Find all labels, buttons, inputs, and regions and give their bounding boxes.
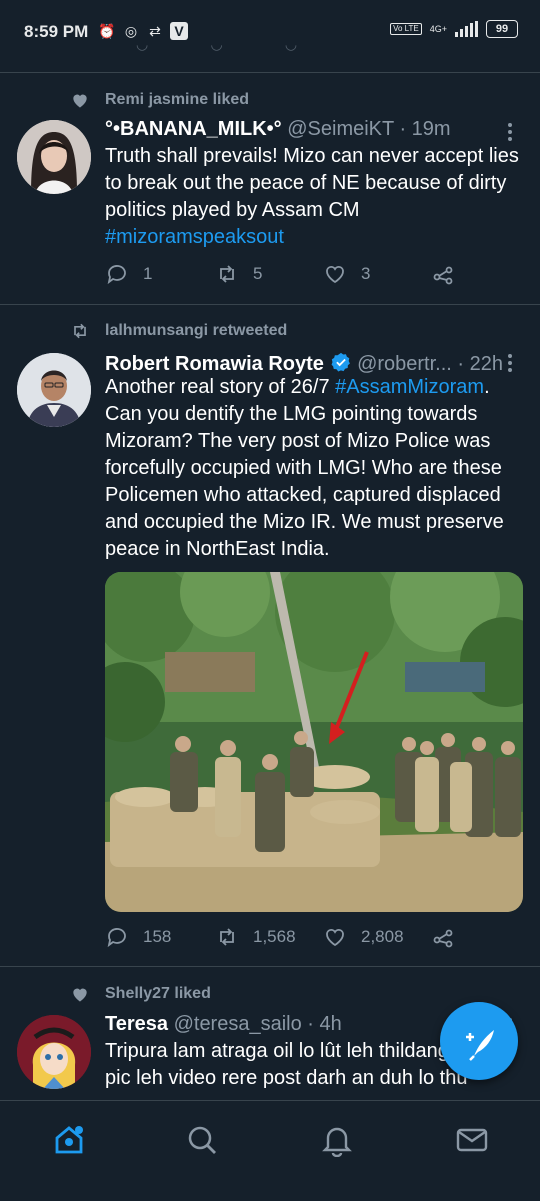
reply-icon (107, 928, 126, 948)
retweet-button[interactable]: 5 (215, 262, 262, 286)
like-button[interactable]: 3 (323, 262, 370, 286)
tweet-text-content-continued: . Can you dentify the LMG pointing towar… (105, 376, 504, 560)
tweet-time[interactable]: 19m (412, 118, 451, 140)
tweet-header: Teresa @teresa_sailo · 4h (105, 1013, 342, 1036)
avatar[interactable] (17, 120, 91, 194)
reply-button[interactable]: 158 (105, 925, 171, 949)
author-handle[interactable]: @robertr... (357, 353, 452, 375)
share-icon (433, 266, 453, 285)
tweet-header: °•BANANA_MILK•° @SeimeiKT · 19m (105, 118, 451, 141)
like-count: 2,808 (361, 927, 404, 946)
battery-icon: 99 (486, 20, 518, 38)
messages-tab[interactable] (455, 1123, 489, 1157)
separator-dot: · (307, 1013, 314, 1035)
tweet-text-content: Truth shall prevails! Mizo can never acc… (105, 145, 519, 221)
tweet-item[interactable]: lalhmunsangi retweeted Robert Romawia Ro… (0, 305, 540, 965)
share-button[interactable] (431, 925, 455, 949)
verified-badge-icon (331, 352, 350, 372)
tweet-time[interactable]: 4h (320, 1013, 342, 1035)
author-name[interactable]: Robert Romawia Royte (105, 353, 324, 375)
tweet-item[interactable]: Remi jasmine liked °•BANANA_MILK•° @Seim… (0, 72, 540, 304)
retweet-context-icon (74, 323, 86, 339)
reply-button[interactable]: 1 (105, 262, 152, 286)
share-icon (433, 929, 453, 948)
volte-icon: Vo LTE (390, 23, 422, 35)
hashtag-link[interactable]: #mizoramspeaksout (105, 226, 284, 248)
retweet-count: 5 (253, 264, 263, 283)
avatar[interactable] (17, 353, 91, 427)
notifications-icon (322, 1127, 352, 1158)
compose-feather-icon (466, 1030, 494, 1061)
alarm-icon: ⏰ (98, 23, 116, 39)
hashtag-link[interactable]: #AssamMizoram (335, 376, 484, 398)
author-handle[interactable]: @SeimeiKT (287, 118, 394, 140)
reply-count: 1 (143, 264, 153, 283)
status-system-icons: Vo LTE 4G+ 99 (390, 20, 518, 38)
retweet-icon (220, 265, 234, 283)
tweet-time[interactable]: 22h (470, 353, 503, 375)
reply-count: 158 (143, 927, 172, 946)
author-name[interactable]: Teresa (105, 1013, 168, 1035)
compose-tweet-button[interactable] (440, 1002, 518, 1080)
home-icon (55, 1126, 83, 1154)
author-name[interactable]: °•BANANA_MILK•° (105, 118, 282, 140)
notifications-tab[interactable] (320, 1123, 354, 1158)
separator-dot: · (457, 353, 465, 375)
tweet-text: Truth shall prevails! Mizo can never acc… (105, 143, 525, 251)
separator-dot: · (399, 118, 407, 140)
social-context[interactable]: Shelly27 liked (105, 985, 211, 1003)
home-tab[interactable] (52, 1123, 86, 1157)
tweet-photo[interactable] (105, 572, 523, 912)
author-handle[interactable]: @teresa_sailo (174, 1013, 302, 1035)
search-tab[interactable] (185, 1123, 219, 1157)
retweet-icon (220, 928, 234, 946)
heart-icon (326, 928, 344, 947)
social-context[interactable]: lalhmunsangi retweeted (105, 322, 287, 340)
retweet-count: 1,568 (253, 927, 296, 946)
avatar[interactable] (17, 1015, 91, 1089)
tweet-header: Robert Romawia Royte @robertr... · 22h (105, 351, 503, 376)
social-context[interactable]: Remi jasmine liked (105, 91, 249, 109)
tweet-actions: 158 1,568 2,808 (105, 925, 525, 955)
previous-tweet-actions-partial: ◡ ◡ ◡ (136, 36, 298, 52)
more-options-icon[interactable] (506, 120, 514, 144)
bottom-navigation (0, 1100, 540, 1201)
search-icon (188, 1126, 216, 1154)
status-bar: 8:59 PM ⏰ ◎ ⇄ V Vo LTE 4G+ 99 (0, 0, 540, 64)
heart-filled-icon (73, 988, 87, 1002)
reply-icon (107, 265, 126, 285)
heart-icon (326, 265, 344, 284)
tweet-text: Another real story of 26/7 #AssamMizoram… (105, 374, 525, 563)
status-time: 8:59 PM (24, 22, 89, 41)
tweet-text-content: Another real story of 26/7 (105, 376, 336, 398)
retweet-button[interactable]: 1,568 (215, 925, 296, 949)
signal-icon (455, 21, 478, 37)
like-count: 3 (361, 264, 371, 283)
like-button[interactable]: 2,808 (323, 925, 404, 949)
messages-icon (456, 1128, 488, 1152)
share-button[interactable] (431, 262, 455, 286)
more-options-icon[interactable] (506, 351, 514, 375)
photo-police-post-image (105, 572, 523, 912)
tweet-actions: 1 5 3 (105, 262, 525, 292)
network-type: 4G+ (429, 24, 447, 34)
heart-filled-icon (73, 94, 87, 108)
